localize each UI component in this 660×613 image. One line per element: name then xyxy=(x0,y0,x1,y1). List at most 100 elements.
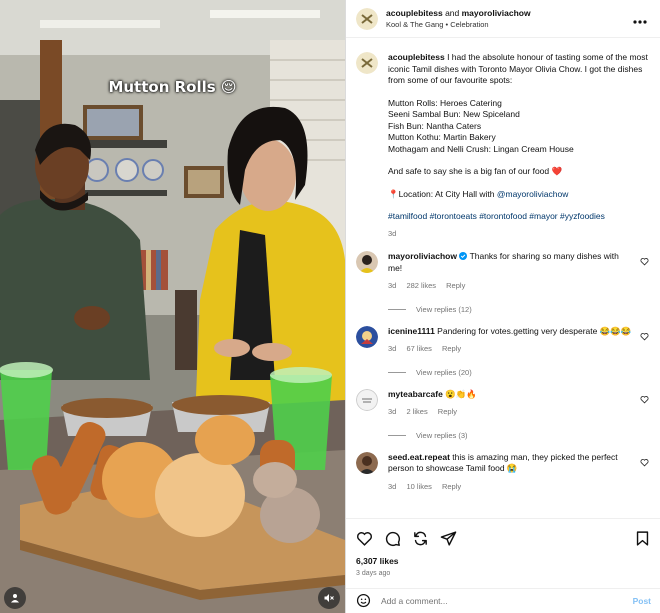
share-button[interactable] xyxy=(412,530,429,547)
comment-username[interactable]: myteabarcafe xyxy=(388,389,443,399)
heart-icon xyxy=(640,458,649,466)
view-replies-button[interactable]: View replies (3) xyxy=(388,431,651,440)
comment-time: 3d xyxy=(388,281,397,290)
caption-spot: Mutton Rolls: Heroes Catering xyxy=(388,97,502,108)
emoji-icon xyxy=(356,593,371,607)
comment-avatar[interactable] xyxy=(356,325,378,348)
caption-avatar-image xyxy=(356,52,378,74)
comment-text: Pandering for votes.getting very despera… xyxy=(437,325,632,336)
collab-and: and xyxy=(445,7,460,18)
comment-reply-button[interactable]: Reply xyxy=(442,482,461,491)
caption-timestamp: 3d xyxy=(388,228,397,238)
comment-reply-button[interactable]: Reply xyxy=(438,407,457,416)
more-options-button[interactable] xyxy=(630,11,650,27)
comment-username[interactable]: icenine1111 xyxy=(388,326,435,336)
heart-icon xyxy=(640,258,649,266)
comment-icon xyxy=(385,531,400,546)
comment-like-button[interactable] xyxy=(640,332,649,343)
comment-avatar[interactable] xyxy=(356,251,378,273)
author-avatar-image xyxy=(356,7,378,30)
share-icon xyxy=(414,531,427,545)
comment-likes[interactable]: 282 likes xyxy=(406,281,436,290)
comment-username[interactable]: mayoroliviachow xyxy=(388,251,457,261)
caption-username[interactable]: acouplebitess xyxy=(388,52,445,62)
post-actions: 6,307 likes 3 days ago xyxy=(346,518,660,577)
comments-scroll-area[interactable]: acouplebitess I had the absolute honour … xyxy=(346,46,660,516)
post-header-meta: acouplebitess and mayoroliviachow Kool &… xyxy=(386,7,630,31)
post-details-panel: acouplebitess and mayoroliviachow Kool &… xyxy=(345,0,660,613)
comment-text: 😮👏🔥 xyxy=(445,388,477,399)
caption-spot: Fish Bun: Nantha Caters xyxy=(388,120,482,131)
comment-likes[interactable]: 67 likes xyxy=(406,344,431,353)
caption-spot: Mutton Kothu: Martin Bakery xyxy=(388,132,496,142)
tagged-users-button[interactable] xyxy=(4,587,26,609)
more-icon xyxy=(633,19,647,24)
post-comment-button[interactable]: Post xyxy=(633,596,651,606)
post-date: 3 days ago xyxy=(356,570,391,577)
author-avatar[interactable] xyxy=(356,7,378,30)
comment-time: 3d xyxy=(388,344,397,353)
comment-likes[interactable]: 2 likes xyxy=(406,407,427,416)
comment-body: icenine1111 Pandering for votes.getting … xyxy=(388,326,651,355)
comment-username[interactable]: seed.eat.repeat xyxy=(388,452,450,462)
comment-avatar[interactable] xyxy=(356,388,378,411)
video-overlay-text: Mutton Rolls 😌 xyxy=(108,78,237,96)
bookmark-icon xyxy=(636,530,649,546)
comment-time: 3d xyxy=(388,407,397,416)
caption-body: acouplebitess I had the absolute honour … xyxy=(388,52,651,239)
user-icon xyxy=(11,594,19,603)
view-replies-label: View replies (20) xyxy=(416,367,472,377)
comment-item: icenine1111 Pandering for votes.getting … xyxy=(356,325,651,355)
caption-avatar[interactable] xyxy=(356,52,378,74)
comment-avatar-image xyxy=(356,451,378,474)
comment-body: mayoroliviachow Thanks for sharing so ma… xyxy=(388,251,651,292)
video-player[interactable]: Mutton Rolls 😌 xyxy=(0,0,345,613)
comment-reply-button[interactable]: Reply xyxy=(442,344,461,353)
caption-hashtags[interactable]: #tamilfood #torontoeats #torontofood #ma… xyxy=(388,211,651,223)
replies-divider xyxy=(388,371,406,373)
comment-item: myteabarcafe 😮👏🔥 3d 2 likes Reply xyxy=(356,388,651,418)
save-button[interactable] xyxy=(634,530,651,547)
comment-like-button[interactable] xyxy=(640,395,649,406)
mute-button[interactable] xyxy=(318,587,340,609)
view-replies-label: View replies (3) xyxy=(416,430,468,440)
like-count[interactable]: 6,307 likes xyxy=(356,556,651,566)
audio-title[interactable]: Kool & The Gang xyxy=(386,20,443,29)
replies-divider xyxy=(388,434,406,436)
verified-badge-icon xyxy=(459,252,468,260)
audio-separator: • xyxy=(445,19,449,29)
send-button[interactable] xyxy=(440,530,457,547)
comment-like-button[interactable] xyxy=(640,257,649,268)
comment-like-button[interactable] xyxy=(640,458,649,469)
post-viewer: Mutton Rolls 😌 acouplebitess and mayorol… xyxy=(0,0,660,613)
comment-body: myteabarcafe 😮👏🔥 3d 2 likes Reply xyxy=(388,389,651,418)
emoji-button[interactable] xyxy=(356,593,371,610)
comment-item: seed.eat.repeat this is amazing man, the… xyxy=(356,451,651,493)
comment-avatar-image xyxy=(356,251,378,273)
collab-username[interactable]: mayoroliviachow xyxy=(462,8,531,18)
mute-icon xyxy=(324,594,334,602)
author-username[interactable]: acouplebitess xyxy=(386,8,443,18)
caption-mention-link[interactable]: @mayoroliviachow xyxy=(497,189,568,199)
post-caption: acouplebitess I had the absolute honour … xyxy=(356,46,651,239)
audio-tag[interactable]: Celebration xyxy=(450,20,488,29)
comment-time: 3d xyxy=(388,481,397,491)
replies-divider xyxy=(388,308,406,310)
heart-icon xyxy=(357,531,372,546)
caption-spot: Mothagam and Nelli Crush: Lingan Cream H… xyxy=(388,143,574,154)
heart-icon xyxy=(640,332,649,340)
post-header: acouplebitess and mayoroliviachow Kool &… xyxy=(346,0,660,38)
like-button[interactable] xyxy=(356,530,373,547)
comment-avatar-image xyxy=(356,388,378,411)
comment-reply-button[interactable]: Reply xyxy=(446,281,465,290)
comment-button[interactable] xyxy=(384,530,401,547)
caption-spot: Seeni Sambal Bun: New Spiceland xyxy=(388,109,520,119)
comment-avatar[interactable] xyxy=(356,451,378,474)
view-replies-button[interactable]: View replies (20) xyxy=(388,368,651,377)
comment-avatar-image xyxy=(356,325,378,348)
comment-input[interactable]: Add a comment... xyxy=(381,596,633,606)
view-replies-button[interactable]: View replies (12) xyxy=(388,305,651,314)
caption-fan-line: And safe to say she is a big fan of our … xyxy=(388,166,563,176)
comment-likes[interactable]: 10 likes xyxy=(406,482,431,491)
caption-location: 📍Location: At City Hall with xyxy=(388,188,495,199)
